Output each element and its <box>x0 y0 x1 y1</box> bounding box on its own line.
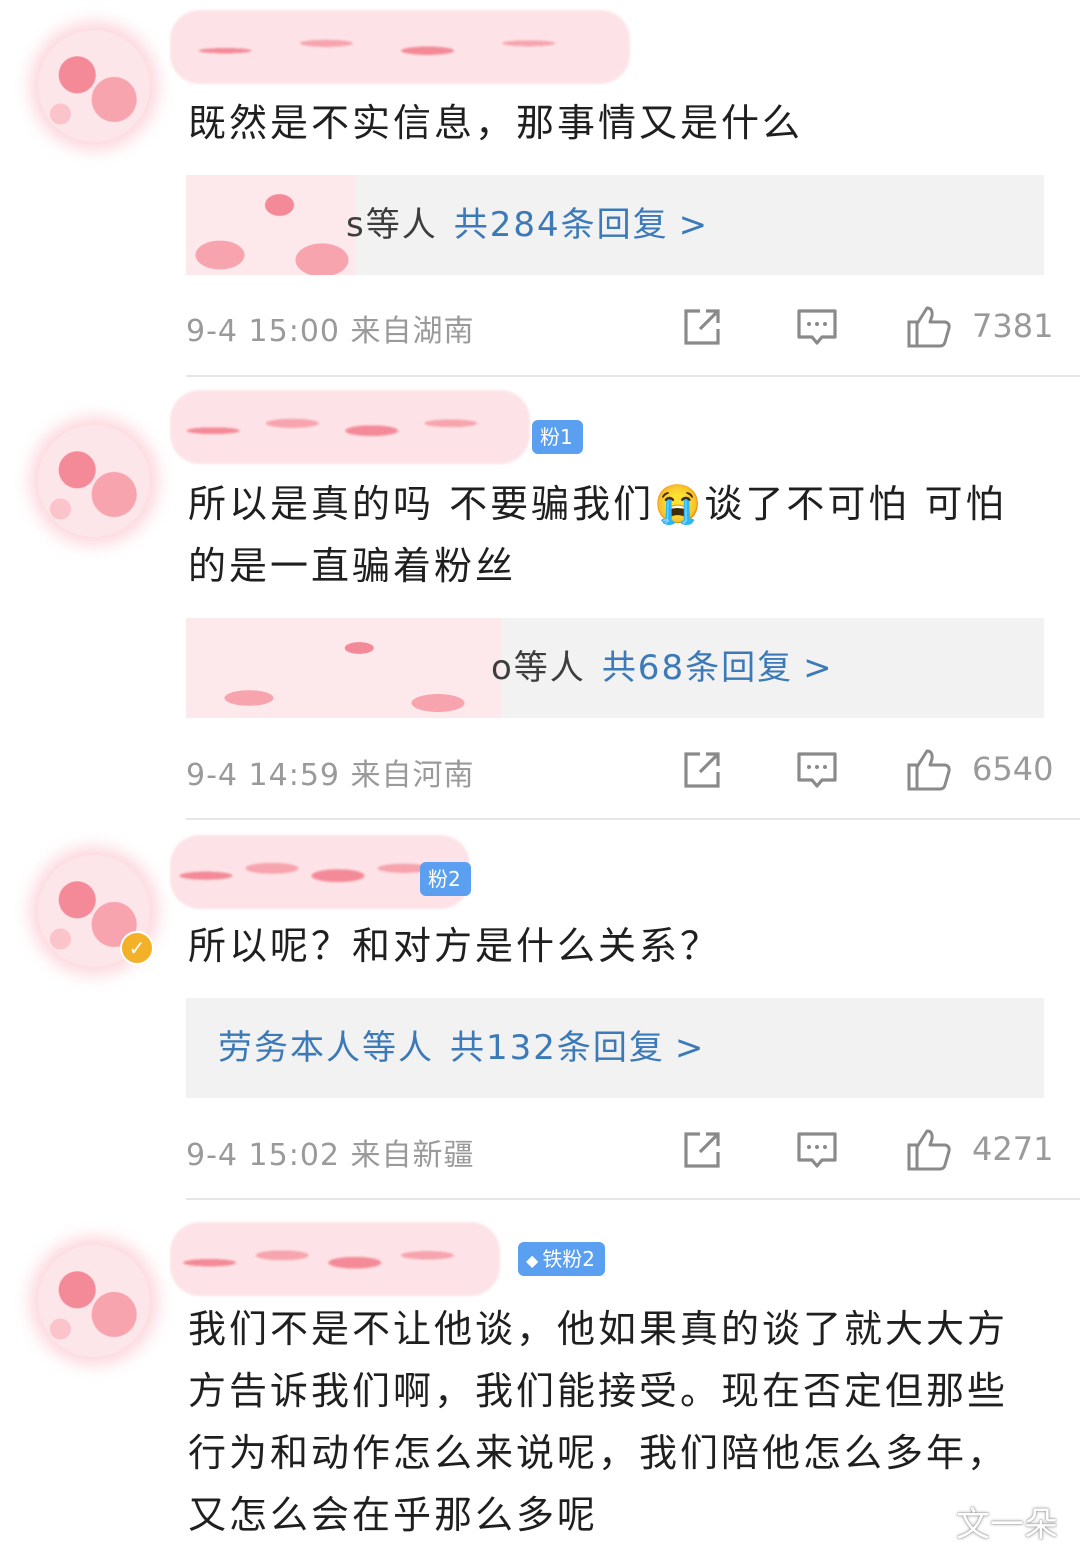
comment-meta: 9-4 14:59 来自河南 <box>186 758 475 793</box>
comment-text: 我们不是不让他谈，他如果真的谈了就大大方方告诉我们啊，我们能接受。现在否定但那些… <box>188 1307 1009 1537</box>
fan-level-badge: ◆ 铁粉2 <box>518 1242 606 1276</box>
replies-authors: s等人 <box>346 205 438 245</box>
divider <box>186 818 1080 820</box>
username-redacted <box>170 390 530 464</box>
replies-count[interactable]: 共284条回复 <box>454 205 669 245</box>
comment-icon[interactable] <box>795 1128 839 1172</box>
username-redacted <box>170 1222 500 1296</box>
like-icon[interactable] <box>905 1125 953 1173</box>
avatar[interactable] <box>38 30 150 142</box>
comment-text: 既然是不实信息，那事情又是什么 <box>188 101 804 145</box>
username-redacted <box>170 10 630 84</box>
divider <box>186 375 1080 377</box>
replies-count[interactable]: 共68条回复 <box>602 648 793 688</box>
chevron-right-icon: > <box>678 205 710 245</box>
share-icon[interactable] <box>680 1128 724 1172</box>
fan-level-badge: 粉1 <box>532 420 583 454</box>
avatar[interactable] <box>38 1245 150 1357</box>
comment-text: 所以是真的吗 不要骗我们😭谈了不可怕 可怕的是一直骗着粉丝 <box>188 482 1007 588</box>
like-icon[interactable] <box>905 745 953 793</box>
diamond-icon: ◆ <box>526 1251 539 1270</box>
replies-authors: o等人 <box>491 648 586 688</box>
avatar[interactable]: ✓ <box>38 855 154 967</box>
replies-summary[interactable]: s等人 共284条回复 > <box>346 175 709 275</box>
divider <box>186 1198 1080 1200</box>
chevron-right-icon: > <box>803 648 834 688</box>
replies-summary[interactable]: o等人 共68条回复 > <box>491 618 834 718</box>
like-count: 7381 <box>972 307 1054 345</box>
replies-summary[interactable]: 劳务本人等人 共132条回复 > <box>218 998 705 1098</box>
replies-authors: 劳务本人等人 <box>218 1028 434 1068</box>
watermark: 文一朵 <box>956 1505 1058 1545</box>
replies-count[interactable]: 共132条回复 <box>450 1028 665 1068</box>
comment-icon[interactable] <box>795 305 839 349</box>
comment-meta: 9-4 15:00 来自湖南 <box>186 314 475 349</box>
replies-preview[interactable]: 劳务本人等人 共132条回复 > <box>186 998 1044 1098</box>
replies-author-redacted <box>186 618 501 718</box>
comment-text: 所以呢？和对方是什么关系？ <box>188 924 722 968</box>
comment-meta: 9-4 15:02 来自新疆 <box>186 1138 475 1173</box>
like-count: 4271 <box>972 1130 1054 1168</box>
replies-preview[interactable]: o等人 共68条回复 > <box>186 618 1044 718</box>
like-icon[interactable] <box>905 302 953 350</box>
comment-icon[interactable] <box>795 748 839 792</box>
fan-level-badge: 粉2 <box>420 862 471 896</box>
replies-author-redacted <box>186 175 356 275</box>
like-count: 6540 <box>972 750 1054 788</box>
avatar[interactable] <box>38 425 150 537</box>
chevron-right-icon: > <box>674 1028 706 1068</box>
verified-icon: ✓ <box>120 931 154 965</box>
share-icon[interactable] <box>680 748 724 792</box>
replies-preview[interactable]: s等人 共284条回复 > <box>186 175 1044 275</box>
share-icon[interactable] <box>680 305 724 349</box>
